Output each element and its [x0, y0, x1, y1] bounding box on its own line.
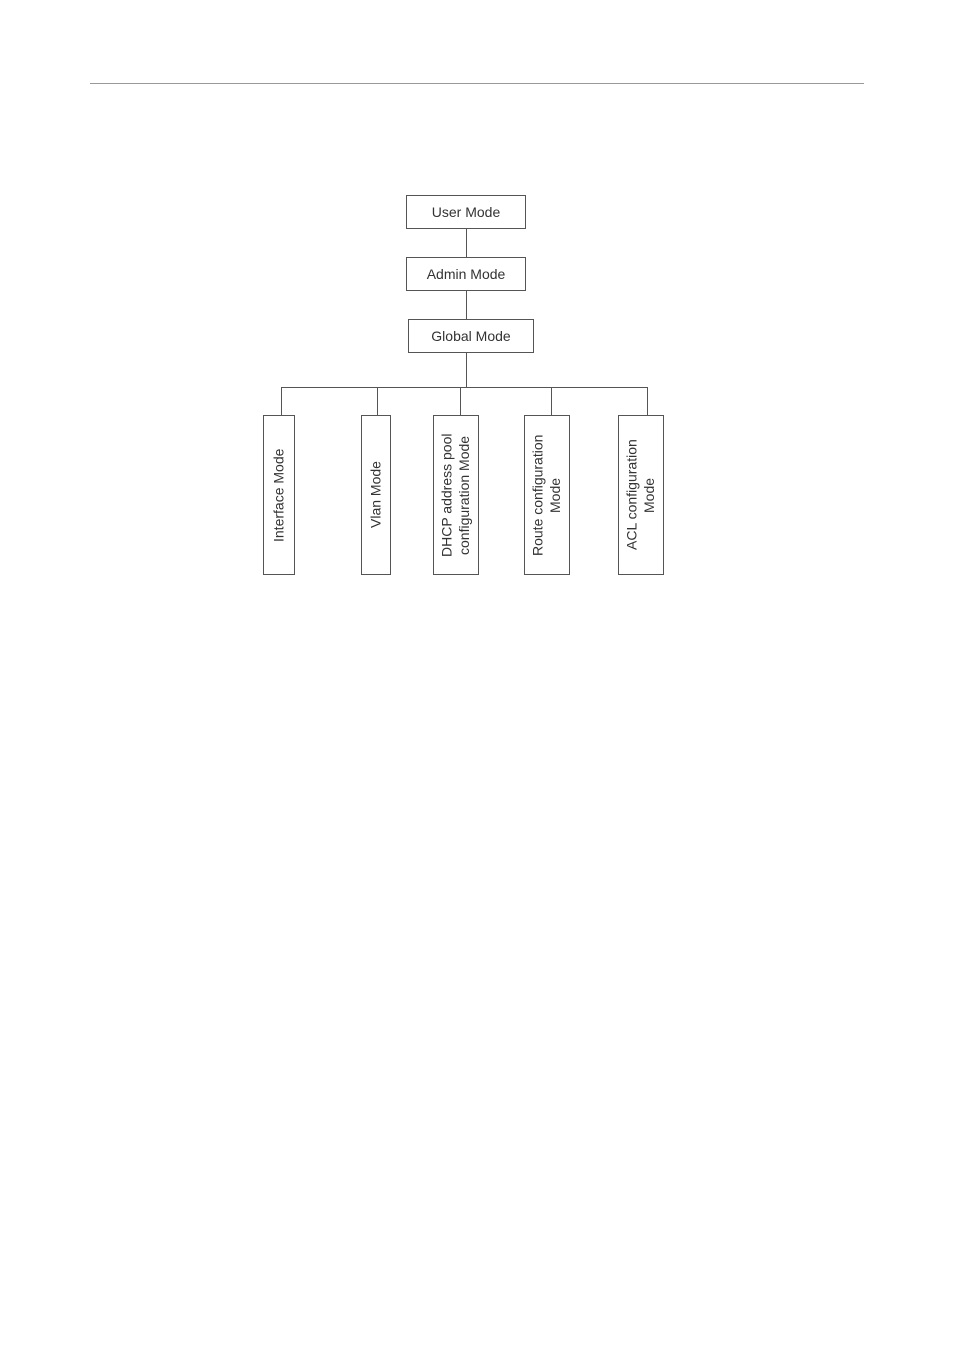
mode-hierarchy-diagram: User Mode Admin Mode Global Mode Interfa…: [258, 195, 733, 595]
connector: [466, 229, 467, 257]
connector-bus: [281, 387, 647, 388]
connector: [466, 291, 467, 319]
label: Route configuration Mode: [530, 422, 565, 568]
connector: [551, 387, 552, 415]
node-acl-mode: ACL configuration Mode: [618, 415, 664, 575]
label: DHCP address pool configuration Mode: [439, 422, 474, 568]
node-route-mode: Route configuration Mode: [524, 415, 570, 575]
node-global-mode: Global Mode: [408, 319, 534, 353]
node-dhcp-mode: DHCP address pool configuration Mode: [433, 415, 479, 575]
node-vlan-mode: Vlan Mode: [361, 415, 391, 575]
connector: [460, 387, 461, 415]
label: Global Mode: [431, 328, 510, 344]
connector: [466, 353, 467, 387]
label: Admin Mode: [427, 266, 506, 282]
label: User Mode: [432, 204, 500, 220]
label: ACL configuration Mode: [624, 422, 659, 568]
node-interface-mode: Interface Mode: [263, 415, 295, 575]
connector: [377, 387, 378, 415]
label: Interface Mode: [270, 448, 288, 541]
horizontal-rule: [90, 83, 864, 84]
node-user-mode: User Mode: [406, 195, 526, 229]
connector: [281, 387, 282, 415]
label: Vlan Mode: [367, 462, 385, 529]
connector: [647, 387, 648, 415]
node-admin-mode: Admin Mode: [406, 257, 526, 291]
